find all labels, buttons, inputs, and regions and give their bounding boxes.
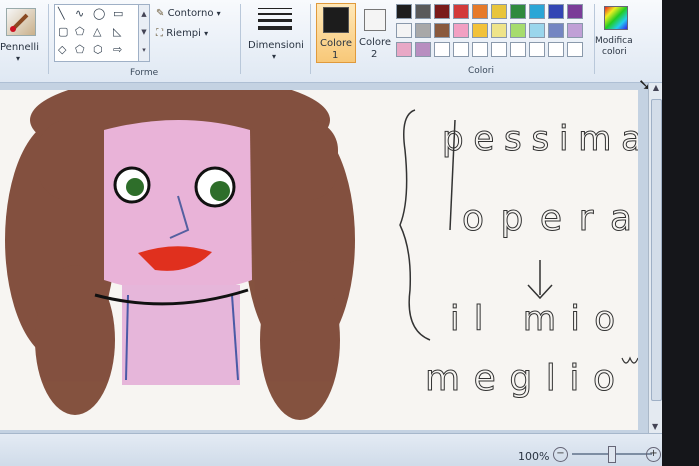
palette-swatch[interactable] (510, 23, 526, 38)
shapes-group-label: Forme (130, 68, 159, 78)
rectangle-shape-icon[interactable]: ▭ (113, 7, 123, 20)
chevron-down-icon: ▾ (216, 9, 221, 18)
palette-swatch[interactable] (453, 23, 469, 38)
drawing-text-line3: il mio (450, 299, 615, 339)
status-bar: 100% − + (0, 433, 662, 466)
separator (240, 4, 241, 74)
brush-icon (6, 8, 36, 36)
palette-swatch[interactable] (396, 23, 412, 38)
vertical-scrollbar[interactable]: ▲ ▼ (648, 83, 662, 433)
chevron-down-icon: ▾ (204, 29, 209, 38)
outline-icon: ✎ (156, 8, 165, 19)
color2-label: Colore (359, 37, 392, 48)
palette-swatch[interactable] (567, 23, 583, 38)
palette-swatch[interactable] (491, 4, 507, 19)
arrow-shape-icon[interactable]: ⇨ (113, 43, 122, 56)
diamond-shape-icon[interactable]: ◇ (58, 43, 66, 56)
line-shape-icon[interactable]: ╲ (58, 7, 65, 20)
chevron-down-icon: ▾ (272, 52, 277, 61)
color2-number: 2 (371, 49, 378, 60)
scroll-thumb[interactable] (651, 99, 662, 401)
separator (310, 4, 311, 74)
palette-swatch[interactable] (548, 23, 564, 38)
outline-label: Contorno (167, 8, 214, 19)
palette-swatch[interactable] (548, 4, 564, 19)
palette-swatch[interactable] (510, 42, 526, 57)
zoom-in-button[interactable]: + (646, 447, 661, 462)
outline-button[interactable]: ✎ Contorno ▾ (156, 8, 221, 19)
fill-bucket-icon: ⛶ (156, 28, 163, 39)
palette-swatch[interactable] (415, 23, 431, 38)
edit-colors-label-2: colori (602, 47, 627, 57)
palette-swatch[interactable] (453, 4, 469, 19)
drawing-text-line1: pessima (442, 119, 638, 159)
paint-window: Pennelli ▾ ╲ ∿ ◯ ▭ ▢ ⬠ △ ◺ ◇ ⬠ ⬡ ⇨ ▲ ▼ ▾ ✎… (0, 0, 662, 466)
triangle-shape-icon[interactable]: △ (93, 25, 101, 38)
palette-swatch[interactable] (434, 4, 450, 19)
scroll-down-icon[interactable]: ▼ (652, 422, 658, 431)
palette-swatch[interactable] (529, 42, 545, 57)
screen-bezel (662, 0, 699, 466)
shapes-gallery[interactable]: ╲ ∿ ◯ ▭ ▢ ⬠ △ ◺ ◇ ⬠ ⬡ ⇨ (54, 4, 140, 62)
palette-swatch[interactable] (434, 23, 450, 38)
brushes-button[interactable]: Pennelli ▾ (0, 4, 40, 63)
color1-swatch (323, 7, 349, 33)
size-button[interactable]: Dimensioni ▾ (246, 4, 306, 64)
colors-group-label: Colori (468, 66, 494, 76)
edit-colors-button[interactable]: Modifica colori (595, 4, 636, 62)
palette-swatch[interactable] (472, 23, 488, 38)
right-triangle-shape-icon[interactable]: ◺ (113, 25, 121, 38)
scroll-up-icon[interactable]: ▲ (649, 83, 662, 92)
palette-swatch[interactable] (510, 4, 526, 19)
drawing-text-line4: meglio (425, 358, 615, 399)
fill-label: Riempi (166, 28, 201, 39)
drawing-text-line2: opera (462, 198, 632, 239)
palette-swatch[interactable] (472, 4, 488, 19)
separator (48, 4, 49, 74)
zoom-out-button[interactable]: − (553, 447, 568, 462)
color2-button[interactable]: Colore 2 (358, 3, 392, 61)
pentagon-shape-icon[interactable]: ⬠ (75, 43, 85, 56)
brushes-chevron-icon: ▾ (16, 54, 21, 63)
palette-swatch[interactable] (529, 4, 545, 19)
drawing: pessima opera il mio meglio (5, 90, 638, 420)
palette-swatch[interactable] (567, 42, 583, 57)
oval-shape-icon[interactable]: ◯ (93, 7, 105, 20)
color-palette (396, 4, 596, 64)
palette-swatch[interactable] (529, 23, 545, 38)
shapes-scroll[interactable]: ▲ ▼ ▾ (138, 4, 150, 62)
palette-swatch[interactable] (415, 42, 431, 57)
zoom-level: 100% (518, 450, 550, 463)
palette-swatch[interactable] (396, 4, 412, 19)
polygon-shape-icon[interactable]: ⬠ (75, 25, 85, 38)
palette-swatch[interactable] (396, 42, 412, 57)
zoom-slider-thumb[interactable] (608, 446, 616, 463)
palette-swatch[interactable] (491, 42, 507, 57)
color1-label: Colore (320, 38, 353, 49)
hexagon-shape-icon[interactable]: ⬡ (93, 43, 103, 56)
color1-number: 1 (332, 50, 339, 61)
edit-colors-label-1: Modifica (595, 36, 633, 46)
palette-swatch[interactable] (453, 42, 469, 57)
palette-swatch[interactable] (415, 4, 431, 19)
palette-swatch[interactable] (491, 23, 507, 38)
rounded-rect-shape-icon[interactable]: ▢ (58, 25, 68, 38)
palette-swatch[interactable] (472, 42, 488, 57)
ribbon: Pennelli ▾ ╲ ∿ ◯ ▭ ▢ ⬠ △ ◺ ◇ ⬠ ⬡ ⇨ ▲ ▼ ▾ ✎… (0, 0, 662, 83)
palette-swatch[interactable] (548, 42, 564, 57)
color2-swatch (364, 9, 386, 31)
palette-swatch[interactable] (567, 4, 583, 19)
brushes-label: Pennelli (0, 42, 39, 53)
palette-swatch[interactable] (434, 42, 450, 57)
color1-button[interactable]: Colore 1 (316, 3, 356, 63)
line-width-icon (258, 8, 292, 30)
color-wheel-icon (604, 6, 628, 30)
fill-button[interactable]: ⛶ Riempi ▾ (156, 28, 208, 39)
size-label: Dimensioni (248, 40, 304, 51)
drawing-canvas[interactable]: pessima opera il mio meglio (0, 90, 638, 430)
curve-shape-icon[interactable]: ∿ (75, 7, 84, 20)
